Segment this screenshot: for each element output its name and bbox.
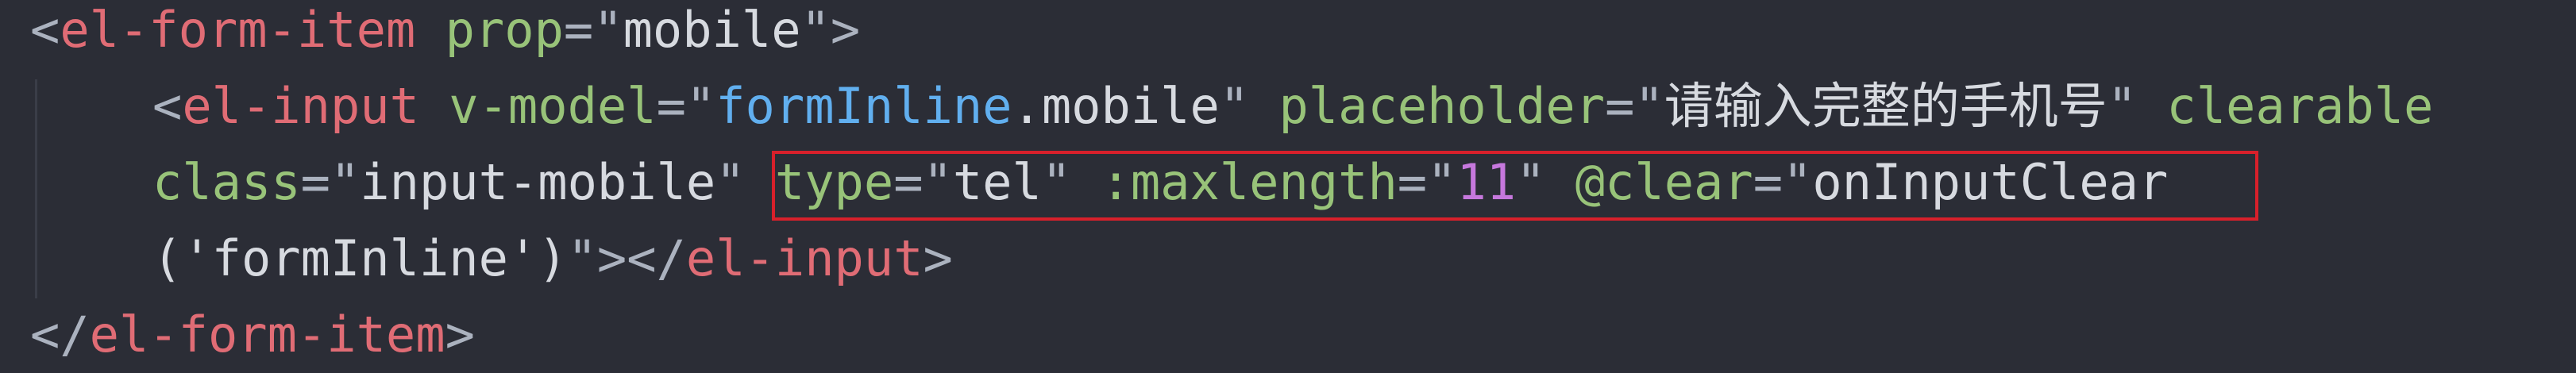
tag-name-el-input: el-input [182, 77, 419, 135]
attribute-close-quote: " [715, 153, 746, 211]
attribute-close-quote: "> [567, 229, 627, 287]
end-tag-el-input: el-input [685, 229, 924, 287]
end-tag-el-form-item: el-form-item [89, 306, 445, 363]
attribute-class: class [152, 153, 301, 211]
attribute-clearable: clearable [2137, 77, 2434, 135]
tag-name-el-form-item: el-form-item [60, 1, 416, 59]
attribute-equals-quote: =" [300, 153, 361, 211]
highlight-box [772, 151, 2258, 221]
tag-close: "> [800, 1, 861, 59]
placeholder-value: 请输入完整的手机号 [1664, 77, 2107, 135]
attribute-close-quote: " [1219, 77, 1250, 135]
end-tag-close: > [923, 229, 953, 287]
attribute-equals-quote: =" [1605, 77, 1664, 135]
indent-guide [35, 79, 37, 298]
attribute-close-quote: " [2107, 77, 2138, 135]
tag-open-bracket: < [152, 77, 183, 135]
end-tag-open: </ [30, 306, 90, 363]
attribute-equals-quote: =" [656, 77, 716, 135]
end-tag-close: > [445, 306, 475, 363]
v-model-object: formInline [715, 77, 1012, 135]
code-line-2: <el-input v-model="formInline.mobile" pl… [152, 68, 2433, 144]
attribute-value-mobile: mobile [623, 1, 801, 59]
code-line-1: <el-form-item prop="mobile"> [30, 0, 860, 68]
tag-open-bracket: < [30, 1, 60, 59]
attribute-prop: prop [415, 1, 564, 59]
code-line-4: ('formInline')"></el-input> [152, 221, 953, 297]
class-value: input-mobile [360, 153, 716, 211]
attribute-v-model: v-model [418, 77, 657, 135]
end-tag-open: </ [627, 229, 686, 287]
v-model-property: .mobile [1012, 77, 1220, 135]
code-editor[interactable]: <el-form-item prop="mobile"> <el-input v… [0, 0, 2576, 365]
clear-handler-args: ('formInline') [152, 229, 568, 287]
code-line-5: </el-form-item> [30, 297, 475, 373]
attribute-equals-quote: =" [563, 1, 623, 59]
attribute-placeholder: placeholder [1249, 77, 1606, 135]
